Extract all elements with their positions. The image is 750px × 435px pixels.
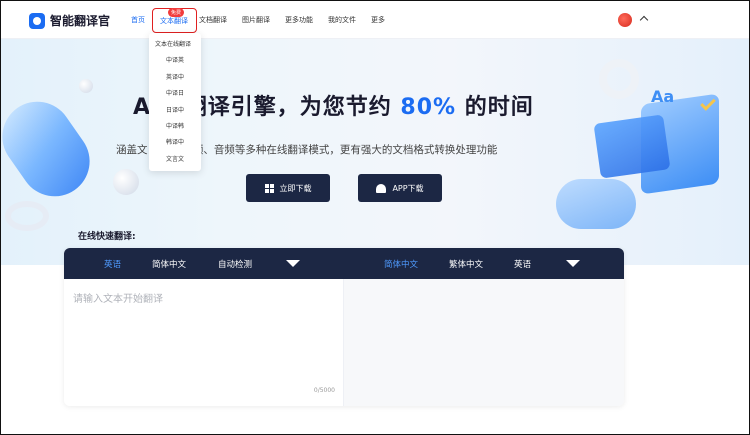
hero-title-suffix: 的时间	[464, 95, 534, 120]
dropdown-item[interactable]: 日译中	[149, 103, 201, 119]
nav-text-translate-label: 文本翻译	[160, 16, 188, 25]
free-badge: 免费	[167, 7, 184, 17]
dropdown-item[interactable]: 文言文	[149, 152, 201, 168]
android-icon	[376, 183, 387, 193]
dropdown-item[interactable]: 英译中	[149, 70, 201, 86]
char-counter: 0/5000	[313, 387, 335, 394]
dropdown-item[interactable]: 中译韩	[149, 119, 201, 135]
translate-body: 请输入文本开始翻译 0/5000	[64, 279, 624, 406]
nav-image-translate[interactable]: 图片翻译	[242, 15, 270, 25]
download-button-label: 立即下载	[279, 183, 312, 193]
decorative-aa-glyph: Aa	[651, 87, 675, 106]
target-lang-simplified[interactable]: 简体中文	[384, 258, 418, 270]
dropdown-item[interactable]: 韩译中	[149, 135, 201, 151]
top-nav-bar: 智能翻译官 首页 文本翻译 免费 文档翻译 图片翻译 更多功能 我的文件 更多	[1, 1, 749, 39]
dropdown-item[interactable]: 中译日	[149, 86, 201, 102]
app-download-button[interactable]: APP下载	[358, 174, 442, 202]
target-text-area	[344, 279, 624, 406]
source-lang-english[interactable]: 英语	[104, 258, 121, 270]
decorative-card	[593, 114, 671, 179]
dropdown-item[interactable]: 中译英	[149, 53, 201, 69]
decorative-capsule	[1, 87, 104, 211]
nav-doc-translate[interactable]: 文档翻译	[199, 15, 227, 25]
decorative-ball	[113, 169, 139, 195]
nav-more-features[interactable]: 更多功能	[285, 15, 313, 25]
source-lang-dropdown-icon[interactable]	[286, 260, 300, 267]
logo[interactable]: 智能翻译官	[29, 12, 110, 29]
quick-translate-label: 在线快速翻译:	[78, 232, 136, 242]
chevron-up-icon[interactable]	[639, 15, 649, 25]
decorative-ring	[599, 59, 639, 99]
target-lang-dropdown-icon[interactable]	[566, 260, 580, 267]
nav-home[interactable]: 首页	[131, 15, 145, 25]
windows-icon	[264, 183, 274, 193]
hero-banner: Aa A 能翻译引擎，为您节约 80% 的时间 涵盖文 图片、视频、音频等多种在…	[1, 39, 749, 265]
hero-title-highlight: 80%	[400, 95, 457, 120]
nav-my-files[interactable]: 我的文件	[328, 15, 356, 25]
target-lang-english[interactable]: 英语	[514, 258, 531, 270]
decorative-cloud	[556, 179, 636, 229]
app-name: 智能翻译官	[50, 14, 111, 28]
dropdown-item[interactable]: 文本在线翻译	[149, 37, 201, 53]
download-button[interactable]: 立即下载	[246, 174, 330, 202]
source-lang-simplified[interactable]: 简体中文	[152, 258, 186, 270]
decorative-ring	[5, 201, 49, 231]
source-lang-auto[interactable]: 自动检测	[218, 258, 252, 270]
source-text-area[interactable]: 请输入文本开始翻译 0/5000	[64, 279, 344, 406]
nav-more[interactable]: 更多	[371, 15, 385, 25]
nav-text-translate[interactable]: 文本翻译 免费	[152, 7, 197, 33]
avatar[interactable]	[618, 13, 632, 27]
source-placeholder: 请输入文本开始翻译	[73, 294, 163, 305]
language-bar: 英语 简体中文 自动检测 简体中文 繁体中文 英语	[64, 248, 624, 279]
decorative-ball	[79, 79, 93, 93]
text-translate-dropdown: 文本在线翻译 中译英 英译中 中译日 日译中 中译韩 韩译中 文言文	[149, 33, 201, 171]
translate-panel: 英语 简体中文 自动检测 简体中文 繁体中文 英语 请输入文本开始翻译 0/50…	[64, 248, 624, 406]
app-download-label: APP下载	[392, 183, 424, 193]
target-lang-traditional[interactable]: 繁体中文	[449, 258, 483, 270]
logo-icon	[29, 12, 45, 29]
